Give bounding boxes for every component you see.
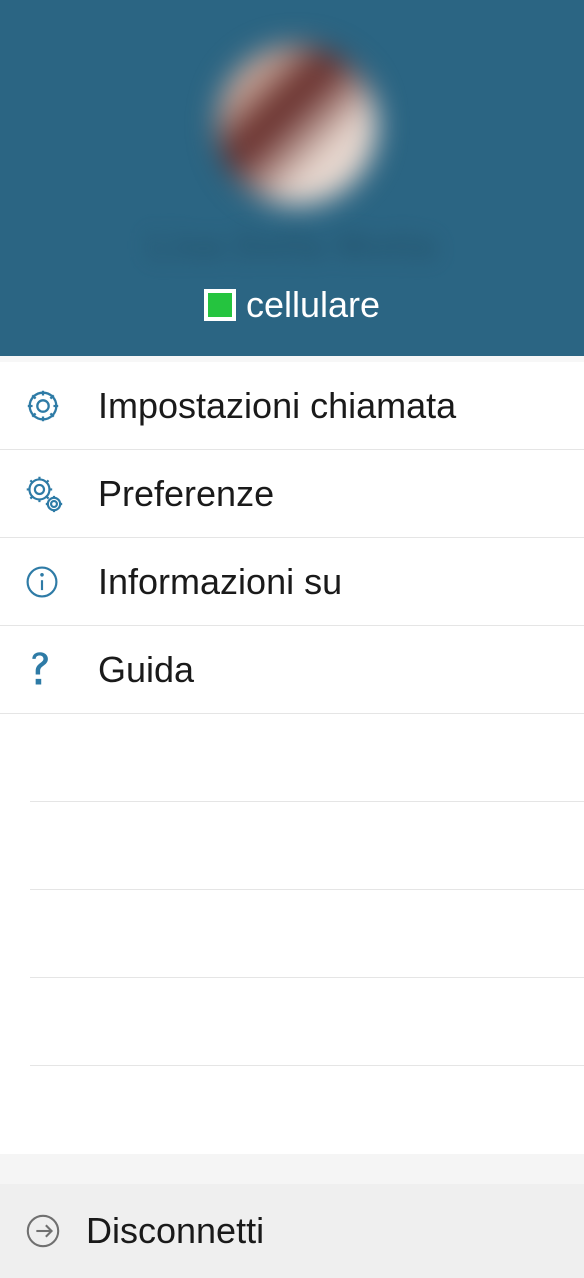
list-item bbox=[30, 1066, 584, 1154]
help-icon bbox=[24, 650, 74, 690]
list-item bbox=[30, 978, 584, 1066]
avatar[interactable] bbox=[217, 45, 377, 205]
gear-icon bbox=[24, 387, 74, 425]
menu-item-label: Informazioni su bbox=[98, 561, 342, 603]
menu-item-label: Preferenze bbox=[98, 473, 274, 515]
status-row[interactable]: cellulare bbox=[204, 284, 380, 326]
list-item bbox=[30, 802, 584, 890]
sign-out-label: Disconnetti bbox=[86, 1210, 264, 1252]
sign-out-icon bbox=[24, 1212, 62, 1250]
menu-item-call-settings[interactable]: Impostazioni chiamata bbox=[0, 362, 584, 450]
status-label: cellulare bbox=[246, 284, 380, 326]
profile-name: Lisa Della Motta bbox=[148, 226, 437, 267]
menu-item-help[interactable]: Guida bbox=[0, 626, 584, 714]
sign-out-button[interactable]: Disconnetti bbox=[0, 1184, 584, 1278]
menu-item-label: Impostazioni chiamata bbox=[98, 385, 456, 427]
menu-item-label: Guida bbox=[98, 649, 194, 691]
menu-item-preferences[interactable]: Preferenze bbox=[0, 450, 584, 538]
gears-icon bbox=[24, 474, 74, 514]
list-item bbox=[30, 890, 584, 978]
menu-item-about[interactable]: Informazioni su bbox=[0, 538, 584, 626]
profile-header: Lisa Della Motta cellulare bbox=[0, 0, 584, 356]
info-icon bbox=[24, 564, 74, 600]
list-item bbox=[30, 714, 584, 802]
presence-square-icon bbox=[204, 289, 236, 321]
settings-menu: Impostazioni chiamata Preferenze bbox=[0, 356, 584, 1154]
